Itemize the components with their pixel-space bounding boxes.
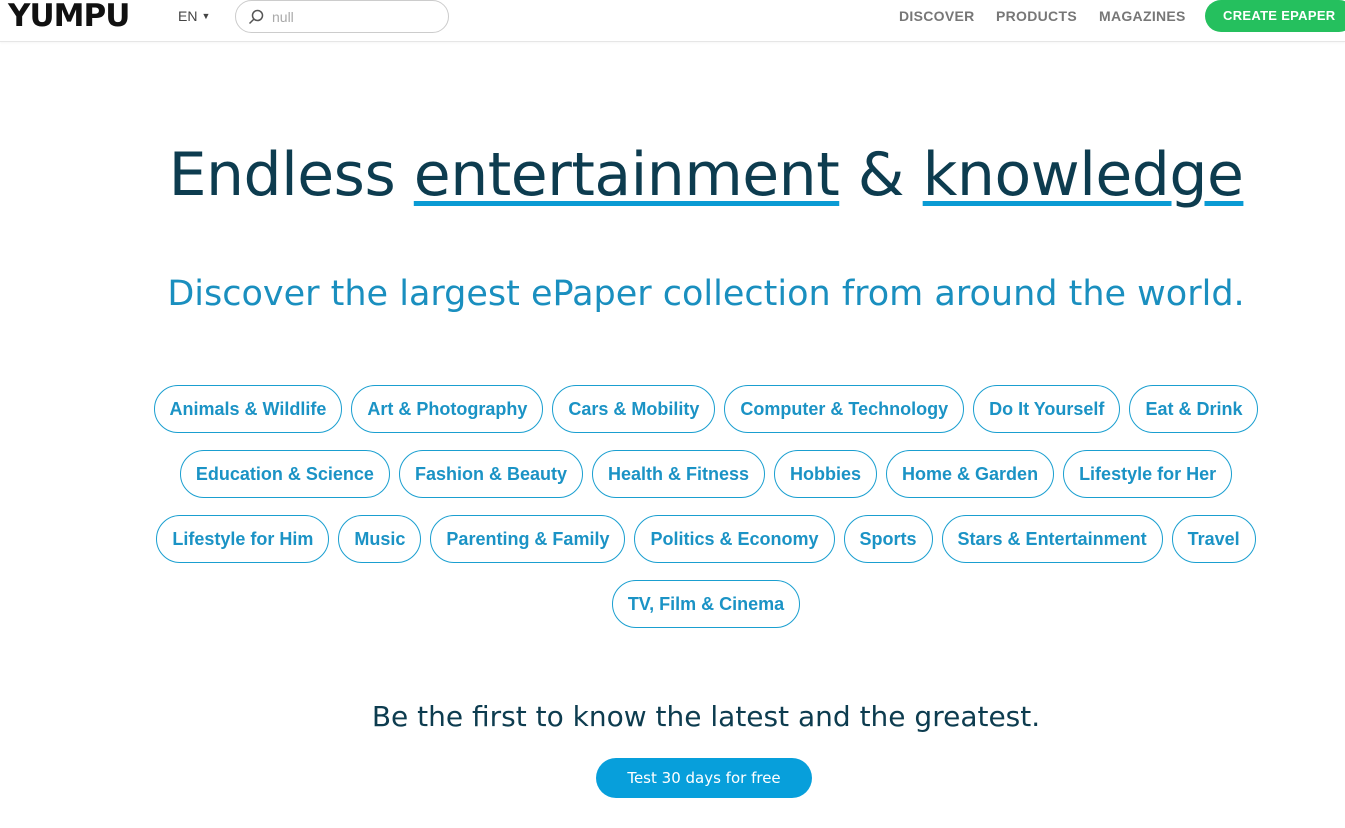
category-row: Education & Science Fashion & Beauty Healt… [56, 450, 1345, 498]
nav-discover[interactable]: DISCOVER [899, 8, 975, 24]
category-row: TV, Film & Cinema [56, 580, 1345, 628]
free-trial-button[interactable]: Test 30 days for free [596, 758, 812, 798]
category-pill[interactable]: TV, Film & Cinema [611, 580, 801, 628]
search-input[interactable] [272, 8, 432, 25]
category-pill[interactable]: Fashion & Beauty [398, 450, 583, 498]
create-epaper-button[interactable]: CREATE EPAPER [1205, 0, 1345, 32]
signup-tagline: Be the first to know the latest and the … [371, 700, 1041, 733]
entertainment-link[interactable]: entertainment [414, 140, 840, 210]
category-pill[interactable]: Lifestyle for Him [156, 515, 330, 563]
language-selector[interactable]: EN ▼ [178, 8, 210, 24]
nav-magazines[interactable]: MAGAZINES [1099, 8, 1186, 24]
category-list: Animals & Wildlife Art & Photography Cars … [56, 385, 1345, 645]
category-pill[interactable]: Eat & Drink [1129, 385, 1259, 433]
hero-subtitle: Discover the largest ePaper collection f… [167, 274, 1245, 314]
category-pill[interactable]: Politics & Economy [634, 515, 835, 563]
category-pill[interactable]: Health & Fitness [591, 450, 766, 498]
category-pill[interactable]: Music [338, 515, 422, 563]
hero-title: Endless entertainment & knowledge [56, 140, 1345, 210]
title-text: Endless [168, 140, 414, 210]
category-pill[interactable]: Lifestyle for Her [1063, 450, 1233, 498]
category-pill[interactable]: Travel [1171, 515, 1256, 563]
title-text: & [839, 140, 923, 210]
category-pill[interactable]: Computer & Technology [724, 385, 965, 433]
category-row: Lifestyle for Him Music Parenting & Family… [56, 515, 1345, 563]
category-pill[interactable]: Stars & Entertainment [941, 515, 1163, 563]
caret-down-icon: ▼ [201, 11, 211, 21]
category-pill[interactable]: Home & Garden [886, 450, 1055, 498]
knowledge-link[interactable]: knowledge [923, 140, 1244, 210]
yumpu-logo[interactable]: YUMPU [8, 0, 130, 34]
category-pill[interactable]: Animals & Wildlife [153, 385, 343, 433]
category-pill[interactable]: Parenting & Family [430, 515, 626, 563]
category-pill[interactable]: Education & Science [179, 450, 390, 498]
category-pill[interactable]: Cars & Mobility [552, 385, 716, 433]
category-pill[interactable]: Sports [843, 515, 933, 563]
category-pill[interactable]: Hobbies [774, 450, 878, 498]
category-pill[interactable]: Art & Photography [351, 385, 544, 433]
language-label: EN [178, 8, 198, 24]
search-icon [248, 9, 264, 24]
search-box[interactable] [235, 0, 449, 33]
category-pill[interactable]: Do It Yourself [973, 385, 1121, 433]
category-row: Animals & Wildlife Art & Photography Cars … [56, 385, 1345, 433]
top-navbar: YUMPU EN▼ DISCOVER PRODUCTS MAGAZINES CR… [0, 0, 1345, 42]
nav-products[interactable]: PRODUCTS [996, 8, 1077, 24]
